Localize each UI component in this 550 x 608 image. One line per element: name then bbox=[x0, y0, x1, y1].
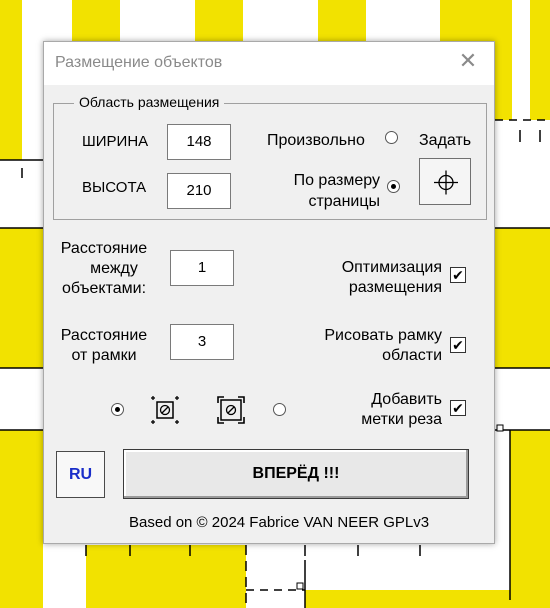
frame-label-line1: Расстояние bbox=[60, 327, 148, 344]
spaced-marks-icon bbox=[151, 396, 179, 424]
custom-size-radio[interactable] bbox=[385, 131, 398, 144]
mode-spaced-radio[interactable] bbox=[111, 403, 124, 416]
placement-dialog: Размещение объектов ✕ Область размещения… bbox=[43, 41, 495, 544]
draw-frame-label-line2: области bbox=[382, 347, 442, 364]
between-objects-label: Расстояние между объектами: bbox=[54, 239, 154, 299]
between-label-line2: между bbox=[90, 260, 138, 277]
height-input[interactable]: 210 bbox=[167, 173, 231, 209]
optimize-label: Оптимизация размещения bbox=[294, 258, 442, 298]
cut-marks-checkbox[interactable]: ✔ bbox=[450, 400, 466, 416]
draw-frame-label: Рисовать рамку области bbox=[294, 326, 442, 366]
page-size-radio[interactable] bbox=[387, 180, 400, 193]
width-label: ШИРИНА bbox=[82, 133, 149, 150]
between-label-line1: Расстояние bbox=[60, 240, 148, 257]
frame-label-line2: от рамки bbox=[71, 347, 137, 364]
height-label: ВЫСОТА bbox=[82, 179, 147, 196]
placement-area-legend: Область размещения bbox=[74, 94, 225, 110]
crosshair-icon bbox=[434, 170, 458, 195]
close-icon[interactable]: ✕ bbox=[456, 50, 480, 74]
set-label: Задать bbox=[419, 132, 472, 149]
page-size-label: По размеру страницы bbox=[264, 170, 380, 212]
mode-tight-radio[interactable] bbox=[273, 403, 286, 416]
set-area-button[interactable] bbox=[419, 158, 471, 205]
cut-marks-label-line1: Добавить bbox=[371, 391, 442, 408]
frame-distance-label: Расстояние от рамки bbox=[54, 326, 154, 366]
cut-marks-label: Добавить метки реза bbox=[294, 390, 442, 430]
page-size-label-line2: страницы bbox=[308, 193, 380, 210]
footer-credit: Based on © 2024 Fabrice VAN NEER GPLv3 bbox=[129, 514, 430, 531]
cut-marks-label-line2: метки реза bbox=[361, 411, 442, 428]
dialog-title: Размещение объектов bbox=[55, 54, 223, 71]
custom-size-label: Произвольно bbox=[267, 132, 365, 149]
width-input[interactable]: 148 bbox=[167, 124, 231, 160]
language-button[interactable]: RU bbox=[56, 451, 105, 498]
title-bar: Размещение объектов ✕ bbox=[44, 42, 494, 85]
optimize-label-line2: размещения bbox=[348, 279, 442, 296]
optimize-label-line1: Оптимизация bbox=[341, 259, 442, 276]
draw-frame-checkbox[interactable]: ✔ bbox=[450, 337, 466, 353]
between-label-line3: объектами: bbox=[61, 280, 147, 297]
draw-frame-label-line1: Рисовать рамку bbox=[324, 327, 442, 344]
optimize-checkbox[interactable]: ✔ bbox=[450, 267, 466, 283]
frame-distance-input[interactable]: 3 bbox=[170, 324, 234, 360]
between-objects-input[interactable]: 1 bbox=[170, 250, 234, 286]
go-button[interactable]: ВПЕРЁД !!! bbox=[123, 449, 469, 499]
tight-marks-icon bbox=[217, 396, 245, 424]
page-size-label-line1: По размеру bbox=[293, 172, 380, 189]
